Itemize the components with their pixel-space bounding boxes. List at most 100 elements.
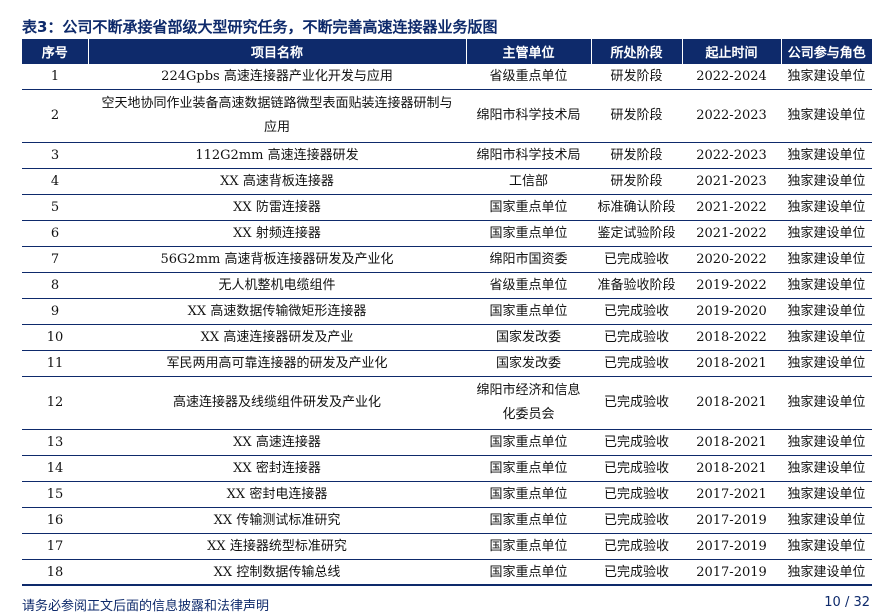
cell-no: 5 [22,194,88,221]
cell-no: 6 [22,220,88,247]
cell-unit: 国家发改委 [466,350,591,377]
table-title: 表3：公司不断承接省部级大型研究任务，不断完善高速连接器业务版图 [22,18,498,36]
col-header-no: 序号 [22,39,88,64]
cell-no: 3 [22,142,88,169]
cell-name: XX 高速背板连接器 [88,168,466,195]
cell-unit: 绵阳市国资委 [466,246,591,273]
cell-role: 独家建设单位 [781,246,872,273]
table-row: 11 军民两用高可靠连接器的研发及产业化 国家发改委 已完成验收 2018-2021 独家… [22,350,872,377]
table-row: 5 XX 防雷连接器 国家重点单位 标准确认阶段 2021-2022 独家建设单位 [22,194,872,221]
cell-unit: 国家重点单位 [466,507,591,534]
cell-stage: 鉴定试验阶段 [591,220,682,247]
cell-unit: 国家重点单位 [466,298,591,325]
cell-period: 2017-2019 [682,533,781,560]
col-header-unit: 主管单位 [465,39,591,64]
cell-no: 17 [22,533,88,560]
cell-role: 独家建设单位 [781,89,872,143]
cell-stage: 研发阶段 [591,64,682,90]
cell-no: 9 [22,298,88,325]
cell-no: 18 [22,559,88,586]
cell-no: 16 [22,507,88,534]
page-number: 10 / 32 [824,595,870,610]
cell-unit: 国家重点单位 [466,220,591,247]
cell-period: 2017-2019 [682,507,781,534]
cell-name: XX 射频连接器 [88,220,466,247]
cell-period: 2021-2022 [682,194,781,221]
cell-stage: 已完成验收 [591,429,682,456]
table-row: 7 56G2mm 高速背板连接器研发及产业化 绵阳市国资委 已完成验收 2020-202… [22,246,872,273]
table-row: 4 XX 高速背板连接器 工信部 研发阶段 2021-2023 独家建设单位 [22,168,872,195]
table-row: 12 高速连接器及线缆组件研发及产业化 绵阳市经济和信息化委员会 已完成验收 2018-… [22,376,872,430]
cell-period: 2019-2022 [682,272,781,299]
cell-role: 独家建设单位 [781,507,872,534]
cell-unit: 国家重点单位 [466,429,591,456]
table-row: 8 无人机整机电缆组件 省级重点单位 准备验收阶段 2019-2022 独家建设单位 [22,272,872,299]
cell-name: XX 高速连接器 [88,429,466,456]
cell-stage: 已完成验收 [591,559,682,586]
cell-role: 独家建设单位 [781,194,872,221]
table-row: 18 XX 控制数据传输总线 国家重点单位 已完成验收 2017-2019 独家建设单位 [22,559,872,586]
table-header-row: 序号 项目名称 主管单位 所处阶段 起止时间 公司参与角色 [22,39,872,64]
table-row: 15 XX 密封电连接器 国家重点单位 已完成验收 2017-2021 独家建设单位 [22,481,872,508]
cell-no: 2 [22,89,88,143]
cell-name: XX 密封电连接器 [88,481,466,508]
table-row: 14 XX 密封连接器 国家重点单位 已完成验收 2018-2021 独家建设单位 [22,455,872,482]
cell-name: XX 防雷连接器 [88,194,466,221]
cell-period: 2017-2021 [682,481,781,508]
cell-name: 无人机整机电缆组件 [88,272,466,299]
cell-role: 独家建设单位 [781,220,872,247]
cell-period: 2022-2024 [682,64,781,90]
cell-name: XX 高速连接器研发及产业 [88,324,466,351]
cell-period: 2018-2021 [682,429,781,456]
cell-no: 10 [22,324,88,351]
cell-unit: 工信部 [466,168,591,195]
cell-role: 独家建设单位 [781,142,872,169]
cell-role: 独家建设单位 [781,350,872,377]
cell-no: 1 [22,64,88,90]
cell-unit: 绵阳市科学技术局 [466,142,591,169]
cell-stage: 标准确认阶段 [591,194,682,221]
cell-no: 4 [22,168,88,195]
cell-unit: 国家重点单位 [466,481,591,508]
cell-unit: 国家发改委 [466,324,591,351]
cell-stage: 准备验收阶段 [591,272,682,299]
cell-period: 2022-2023 [682,142,781,169]
cell-role: 独家建设单位 [781,64,872,90]
table-row: 9 XX 高速数据传输微矩形连接器 国家重点单位 已完成验收 2019-2020 独家建设… [22,298,872,325]
cell-unit: 国家重点单位 [466,455,591,482]
cell-no: 8 [22,272,88,299]
cell-role: 独家建设单位 [781,376,872,430]
projects-table: 序号 项目名称 主管单位 所处阶段 起止时间 公司参与角色 1 224Gpbs 高… [22,39,872,586]
cell-period: 2020-2022 [682,246,781,273]
cell-stage: 已完成验收 [591,324,682,351]
cell-period: 2021-2023 [682,168,781,195]
cell-role: 独家建设单位 [781,429,872,456]
cell-name: XX 传输测试标准研究 [88,507,466,534]
cell-stage: 研发阶段 [591,89,682,143]
cell-stage: 研发阶段 [591,142,682,169]
cell-name: XX 密封连接器 [88,455,466,482]
cell-unit: 省级重点单位 [466,64,591,90]
cell-no: 11 [22,350,88,377]
col-header-stage: 所处阶段 [590,39,682,64]
cell-role: 独家建设单位 [781,168,872,195]
cell-name: 高速连接器及线缆组件研发及产业化 [88,376,466,430]
cell-unit: 国家重点单位 [466,194,591,221]
cell-unit: 绵阳市经济和信息化委员会 [466,376,591,430]
cell-stage: 已完成验收 [591,246,682,273]
cell-period: 2021-2022 [682,220,781,247]
cell-unit: 国家重点单位 [466,559,591,586]
cell-period: 2018-2021 [682,376,781,430]
cell-name: XX 控制数据传输总线 [88,559,466,586]
cell-role: 独家建设单位 [781,559,872,586]
cell-no: 7 [22,246,88,273]
cell-no: 15 [22,481,88,508]
table-row: 6 XX 射频连接器 国家重点单位 鉴定试验阶段 2021-2022 独家建设单位 [22,220,872,247]
cell-period: 2018-2021 [682,455,781,482]
table-row: 2 空天地协同作业装备高速数据链路微型表面贴装连接器研制与应用 绵阳市科学技术局 研发… [22,89,872,143]
cell-stage: 已完成验收 [591,298,682,325]
cell-period: 2018-2021 [682,350,781,377]
cell-name: XX 连接器统型标准研究 [88,533,466,560]
table-row: 1 224Gpbs 高速连接器产业化开发与应用 省级重点单位 研发阶段 2022-202… [22,64,872,90]
cell-unit: 绵阳市科学技术局 [466,89,591,143]
